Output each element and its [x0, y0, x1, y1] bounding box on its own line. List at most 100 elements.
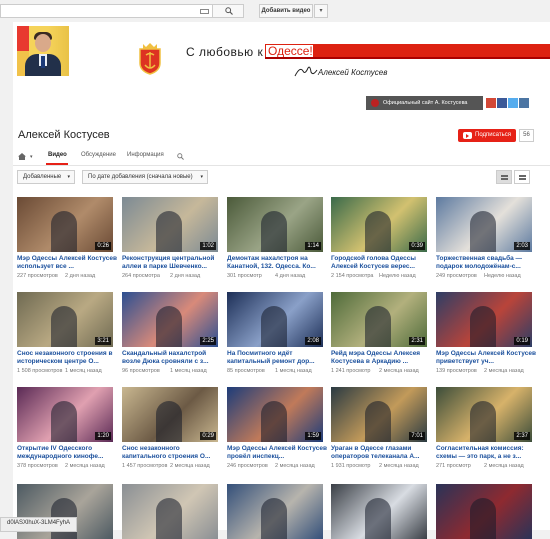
video-title[interactable]: Мэр Одессы Алексей Костусев приветствует… [436, 350, 536, 366]
video-thumbnail[interactable]: 0:39 [331, 197, 427, 252]
video-date: 2 дня назад [170, 273, 201, 279]
vk-icon[interactable] [519, 98, 529, 108]
search-input[interactable] [0, 4, 212, 18]
site-favicon-icon [371, 99, 379, 107]
video-title[interactable]: Открытие IV Одесского международного кин… [17, 445, 117, 461]
video-thumbnail[interactable]: 0:29 [122, 387, 218, 442]
video-duration: 1:20 [95, 432, 111, 440]
video-title[interactable]: Снос незаконного капитального строения О… [122, 445, 222, 461]
video-thumbnail[interactable] [331, 484, 427, 539]
grid-view-button[interactable] [496, 170, 512, 184]
active-tab-indicator [46, 163, 68, 165]
keyboard-icon[interactable] [200, 9, 209, 14]
official-site-link[interactable]: Официальный сайт А. Костусева [366, 96, 483, 110]
video-duration: 2:37 [514, 432, 530, 440]
banner-tagline: С любовью к [186, 45, 264, 59]
subscribe-button[interactable]: Подписаться [458, 129, 516, 142]
twitter-icon[interactable] [508, 98, 518, 108]
video-views: 249 просмотров [436, 273, 477, 279]
video-views: 1 241 просмотр [331, 368, 371, 374]
video-thumbnail[interactable]: 1:14 [227, 197, 323, 252]
thumbnail-figure [261, 401, 287, 442]
channel-search-icon[interactable] [177, 153, 184, 160]
video-thumbnail[interactable]: 1:20 [17, 387, 113, 442]
video-title[interactable]: На Посмитного идёт капитальный ремонт до… [227, 350, 327, 366]
video-thumbnail[interactable]: 3:21 [17, 292, 113, 347]
channel-avatar[interactable] [17, 26, 69, 76]
upload-button[interactable]: Добавить видео [259, 4, 313, 18]
video-title[interactable]: Городской голова Одессы Алексей Костусев… [331, 255, 431, 271]
tab-about[interactable]: Информация [127, 152, 164, 158]
video-thumbnail[interactable]: 1:59 [227, 387, 323, 442]
video-duration: 2:31 [409, 337, 425, 345]
video-title[interactable]: Скандальный нахалстрой возле Дюка сровня… [122, 350, 222, 366]
video-title[interactable]: Рейд мэра Одессы Алексея Костусева в Арк… [331, 350, 431, 366]
video-duration: 1:59 [305, 432, 321, 440]
video-views: 2 154 просмотра [331, 273, 374, 279]
video-duration: 7:01 [409, 432, 425, 440]
odessa-crest-icon [139, 43, 161, 75]
video-thumbnail[interactable] [436, 484, 532, 539]
facebook-icon[interactable] [497, 98, 507, 108]
upload-menu-button[interactable]: ▾ [314, 4, 328, 18]
chevron-down-icon: ▾ [67, 174, 70, 180]
home-icon[interactable] [18, 153, 26, 160]
video-thumbnail[interactable]: 7:01 [331, 387, 427, 442]
video-thumbnail[interactable]: 2:25 [122, 292, 218, 347]
video-date: 2 месяца назад [484, 463, 524, 469]
thumbnail-figure [365, 211, 391, 252]
thumbnail-figure [156, 498, 182, 539]
video-duration: 0:19 [514, 337, 530, 345]
video-title[interactable]: Ураган в Одессе глазами операторов телек… [331, 445, 431, 461]
video-views: 271 просмотр [436, 463, 471, 469]
video-title[interactable]: Снос незаконного строения в историческом… [17, 350, 117, 366]
video-date: 1 месяц назад [65, 368, 102, 374]
video-title[interactable]: Реконструкция центральной аллеи в парке … [122, 255, 222, 271]
chevron-down-icon[interactable]: ▾ [30, 154, 33, 160]
video-views: 264 просмотра [122, 273, 160, 279]
video-title[interactable]: Согласительная комиссия: схемы — это пар… [436, 445, 536, 461]
google-plus-icon[interactable] [486, 98, 496, 108]
list-view-button[interactable] [514, 170, 530, 184]
thumbnail-figure [51, 306, 77, 347]
video-thumbnail[interactable]: 0:26 [17, 197, 113, 252]
video-title[interactable]: Демонтаж нахалстроя на Канатной, 132. Од… [227, 255, 327, 271]
video-thumbnail[interactable]: 1:02 [122, 197, 218, 252]
video-thumbnail[interactable] [122, 484, 218, 539]
video-duration: 1:14 [305, 242, 321, 250]
list-icon [519, 175, 526, 180]
video-thumbnail[interactable]: 0:19 [436, 292, 532, 347]
video-date: 1 месяц назад [275, 368, 312, 374]
channel-title[interactable]: Алексей Костусев [18, 129, 110, 141]
thumbnail-figure [470, 401, 496, 442]
video-duration: 2:03 [514, 242, 530, 250]
video-views: 1 508 просмотров [17, 368, 63, 374]
video-thumbnail[interactable]: 2:37 [436, 387, 532, 442]
video-thumbnail[interactable]: 2:31 [331, 292, 427, 347]
thumbnail-figure [365, 498, 391, 539]
video-duration: 1:02 [200, 242, 216, 250]
tab-discussion[interactable]: Обсуждение [81, 152, 116, 158]
video-views: 85 просмотров [227, 368, 265, 374]
video-title[interactable]: Торжественная свадьба — подарок молодожё… [436, 255, 536, 271]
video-title[interactable]: Мэр Одессы Алексей Костусев использует в… [17, 255, 117, 271]
tab-videos[interactable]: Видео [48, 152, 67, 158]
sort-label: По дате добавления (сначала новые) [88, 174, 193, 180]
masthead: Добавить видео ▾ [0, 0, 550, 24]
sort-dropdown[interactable]: По дате добавления (сначала новые) ▾ [82, 170, 208, 184]
video-date: 2 месяца назад [65, 463, 105, 469]
video-thumbnail[interactable]: 2:08 [227, 292, 323, 347]
video-duration: 0:39 [409, 242, 425, 250]
search-button[interactable] [212, 4, 244, 18]
video-type-label: Добавленные [23, 174, 62, 180]
grid-icon [501, 175, 508, 180]
video-thumbnail[interactable]: 2:03 [436, 197, 532, 252]
thumbnail-figure [470, 498, 496, 539]
video-duration: 2:08 [305, 337, 321, 345]
video-date: 2 месяца назад [275, 463, 315, 469]
video-type-dropdown[interactable]: Добавленные ▾ [17, 170, 75, 184]
thumbnail-figure [261, 306, 287, 347]
video-title[interactable]: Мэр Одессы Алексей Костусев провёл инспе… [227, 445, 327, 461]
thumbnail-figure [365, 401, 391, 442]
video-thumbnail[interactable] [227, 484, 323, 539]
